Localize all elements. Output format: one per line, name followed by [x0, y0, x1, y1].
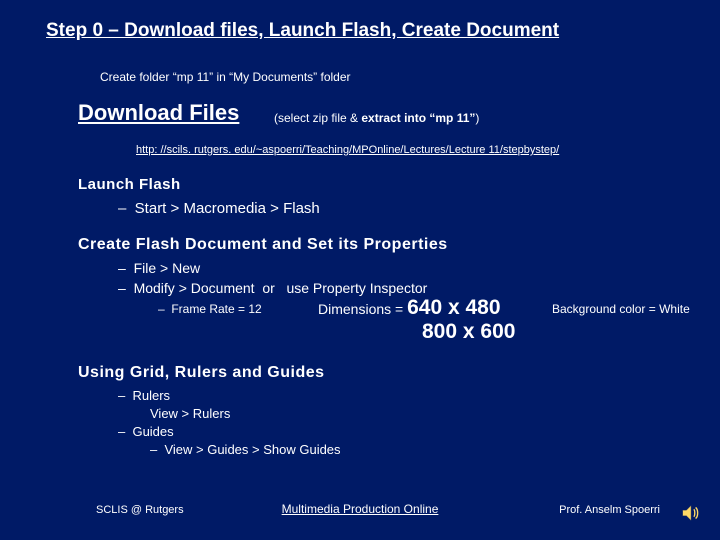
dimensions-a: 640 x 480 [407, 296, 500, 319]
download-files-heading: Download Files [78, 100, 239, 126]
launch-flash-heading: Launch Flash [78, 176, 181, 193]
slide-title: Step 0 – Download files, Launch Flash, C… [46, 20, 559, 42]
speaker-icon[interactable] [680, 502, 702, 524]
dimensions-label: Dimensions = [318, 301, 407, 317]
download-sub-bold: extract into “mp 11” [361, 111, 475, 125]
create-doc-line1: – File > New [118, 260, 200, 276]
grid-view-rulers: View > Rulers [150, 406, 230, 421]
download-files-sub: (select zip file & extract into “mp 11”) [274, 111, 479, 125]
background-color-text: Background color = White [552, 302, 690, 316]
create-document-heading: Create Flash Document and Set its Proper… [78, 236, 448, 254]
launch-flash-item: – Start > Macromedia > Flash [118, 200, 320, 217]
download-sub-prefix: (select zip file & [274, 111, 361, 125]
grid-heading: Using Grid, Rulers and Guides [78, 364, 325, 382]
download-url-link[interactable]: http: //scils. rutgers. edu/~aspoerri/Te… [136, 144, 559, 156]
footer-right: Prof. Anselm Spoerri [559, 504, 660, 516]
frame-rate-text: – Frame Rate = 12 [158, 302, 262, 316]
dimensions-b: 800 x 600 [318, 320, 515, 344]
grid-guides: – Guides [118, 424, 174, 439]
grid-show-guides: – View > Guides > Show Guides [150, 442, 341, 457]
create-folder-text: Create folder “mp 11” in “My Documents” … [100, 70, 351, 84]
dimensions-text: Dimensions = 640 x 480 800 x 600 [318, 296, 515, 344]
slide-container: Step 0 – Download files, Launch Flash, C… [0, 0, 720, 540]
download-sub-suffix: ) [475, 111, 479, 125]
grid-rulers: – Rulers [118, 388, 170, 403]
create-doc-line2: – Modify > Document or use Property Insp… [118, 280, 427, 296]
